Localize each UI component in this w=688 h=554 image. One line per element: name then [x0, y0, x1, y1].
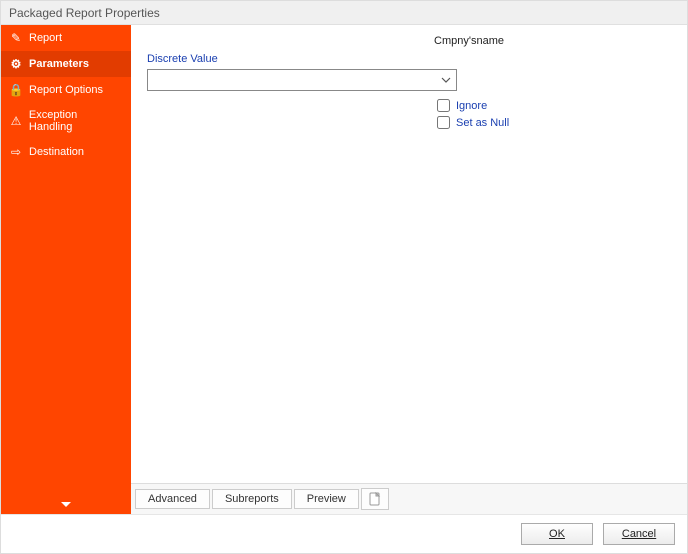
sidebar-item-label: Report: [29, 32, 62, 44]
sidebar-item-report[interactable]: ✎ Report: [1, 25, 131, 51]
sidebar-item-label: Parameters: [29, 58, 89, 70]
tab-advanced[interactable]: Advanced: [135, 489, 210, 509]
page-icon: [368, 492, 382, 506]
dialog-footer: OK Cancel: [1, 514, 687, 553]
sidebar: ✎ Report ⚙ Parameters 🔒 Report Options ⚠…: [1, 25, 131, 514]
tab-subreports[interactable]: Subreports: [212, 489, 292, 509]
cancel-button[interactable]: Cancel: [603, 523, 675, 545]
sidebar-item-parameters[interactable]: ⚙ Parameters: [1, 51, 131, 77]
ok-button[interactable]: OK: [521, 523, 593, 545]
main-panel: Cmpny'sname Discrete Value Ignore Set as…: [131, 25, 687, 514]
ignore-row: Ignore: [437, 99, 671, 112]
set-null-checkbox[interactable]: [437, 116, 450, 129]
sidebar-items: ✎ Report ⚙ Parameters 🔒 Report Options ⚠…: [1, 25, 131, 494]
set-null-label: Set as Null: [456, 117, 509, 129]
sidebar-item-label: Report Options: [29, 84, 103, 96]
tab-page-icon[interactable]: [361, 488, 389, 510]
chevron-down-icon: [438, 77, 454, 83]
arrow-icon: ⇨: [9, 145, 23, 159]
gear-icon: ⚙: [9, 57, 23, 71]
cancel-label: Cancel: [622, 528, 656, 540]
discrete-value-combo[interactable]: [147, 69, 457, 91]
sidebar-item-label: Destination: [29, 146, 84, 158]
ok-label: OK: [549, 528, 565, 540]
sidebar-item-destination[interactable]: ⇨ Destination: [1, 139, 131, 165]
warning-icon: ⚠: [9, 114, 23, 128]
body: ✎ Report ⚙ Parameters 🔒 Report Options ⚠…: [1, 25, 687, 514]
tab-row: Advanced Subreports Preview: [131, 483, 687, 514]
sidebar-collapse[interactable]: [1, 494, 131, 514]
set-null-row: Set as Null: [437, 116, 671, 129]
ignore-label: Ignore: [456, 100, 487, 112]
parameter-header: Cmpny'sname: [147, 35, 671, 47]
sidebar-item-label: Exception Handling: [29, 109, 123, 133]
lock-icon: 🔒: [9, 83, 23, 97]
window-title: Packaged Report Properties: [9, 6, 160, 20]
sidebar-item-report-options[interactable]: 🔒 Report Options: [1, 77, 131, 103]
chevron-down-icon: [61, 502, 71, 507]
titlebar: Packaged Report Properties: [1, 1, 687, 25]
sidebar-item-exception-handling[interactable]: ⚠ Exception Handling: [1, 103, 131, 139]
pencil-icon: ✎: [9, 31, 23, 45]
ignore-checkbox[interactable]: [437, 99, 450, 112]
content-area: Cmpny'sname Discrete Value Ignore Set as…: [131, 25, 687, 483]
discrete-value-label: Discrete Value: [147, 53, 671, 65]
dialog-window: Packaged Report Properties ✎ Report ⚙ Pa…: [0, 0, 688, 554]
tab-preview[interactable]: Preview: [294, 489, 359, 509]
